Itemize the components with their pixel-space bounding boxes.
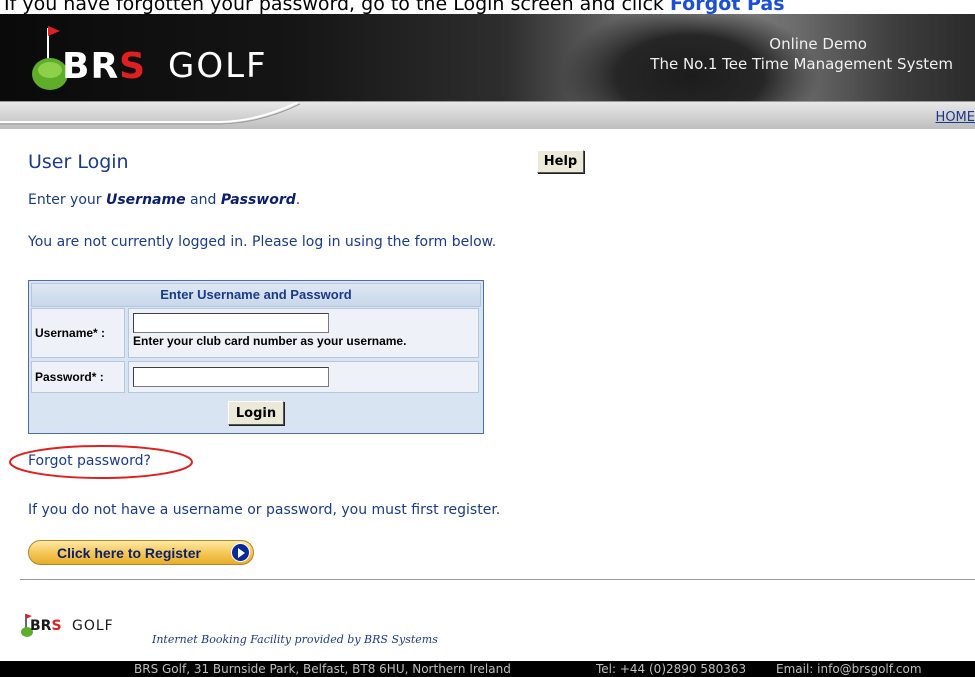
password-label: Password* : <box>31 361 125 393</box>
footer-logo-golf: GOLF <box>72 618 114 634</box>
instruction-label: If you have forgotten your password, go … <box>4 0 670 15</box>
username-hint: Enter your club card number as your user… <box>133 334 407 348</box>
username-label: Username* : <box>31 308 125 358</box>
footer-brs-logo: BRS GOLF <box>20 612 140 638</box>
login-status-text: You are not currently logged in. Please … <box>28 234 497 250</box>
header-banner: BRS GOLF Online Demo The No.1 Tee Time M… <box>0 14 975 101</box>
footer-divider <box>20 579 975 580</box>
brs-golf-logo: BRS GOLF <box>28 20 308 96</box>
banner-line-system: The No.1 Tee Time Management System <box>650 55 953 73</box>
footer-contact-bar: BRS Golf, 31 Burnside Park, Belfast, BT8… <box>0 661 975 677</box>
logo-golf-text: GOLF <box>168 46 268 86</box>
banner-tagline: Online Demo The No.1 Tee Time Management… <box>650 34 953 74</box>
arrow-right-icon <box>231 543 250 562</box>
logo-brs-text: BRS <box>62 46 147 87</box>
help-button[interactable]: Help <box>537 150 584 173</box>
login-button[interactable]: Login <box>228 401 284 425</box>
password-field-cell <box>128 361 479 393</box>
footer-logo-brs: BRS <box>30 618 62 634</box>
login-form: Enter Username and Password Username* : … <box>28 280 484 434</box>
password-input[interactable] <box>133 367 329 387</box>
nav-bar: HOME <box>0 101 975 129</box>
footer-email: Email: info@brsgolf.com <box>776 662 922 676</box>
footer-telephone: Tel: +44 (0)2890 580363 <box>596 662 747 676</box>
username-field-cell: Enter your club card number as your user… <box>128 308 479 358</box>
nav-curve-decoration <box>0 102 300 125</box>
nav-home-link[interactable]: HOME <box>936 110 975 125</box>
forgot-password-link[interactable]: Forgot password? <box>28 453 151 469</box>
username-input[interactable] <box>133 313 329 333</box>
forgot-password-area: Forgot password? <box>8 444 194 480</box>
register-info-text: If you do not have a username or passwor… <box>28 502 501 518</box>
footer-tagline: Internet Booking Facility provided by BR… <box>152 633 438 646</box>
footer-address: BRS Golf, 31 Burnside Park, Belfast, BT8… <box>134 662 511 676</box>
register-button-label: Click here to Register <box>57 544 201 561</box>
page-title: User Login <box>28 151 129 173</box>
register-button[interactable]: Click here to Register <box>28 540 254 565</box>
banner-line-demo: Online Demo <box>769 35 867 53</box>
instruction-text: If you have forgotten your password, go … <box>4 0 975 15</box>
login-form-header: Enter Username and Password <box>31 283 481 307</box>
enter-credentials-text: Enter your Username and Password. <box>28 192 301 208</box>
forgot-password-instruction-link[interactable]: Forgot Pas <box>670 0 785 15</box>
